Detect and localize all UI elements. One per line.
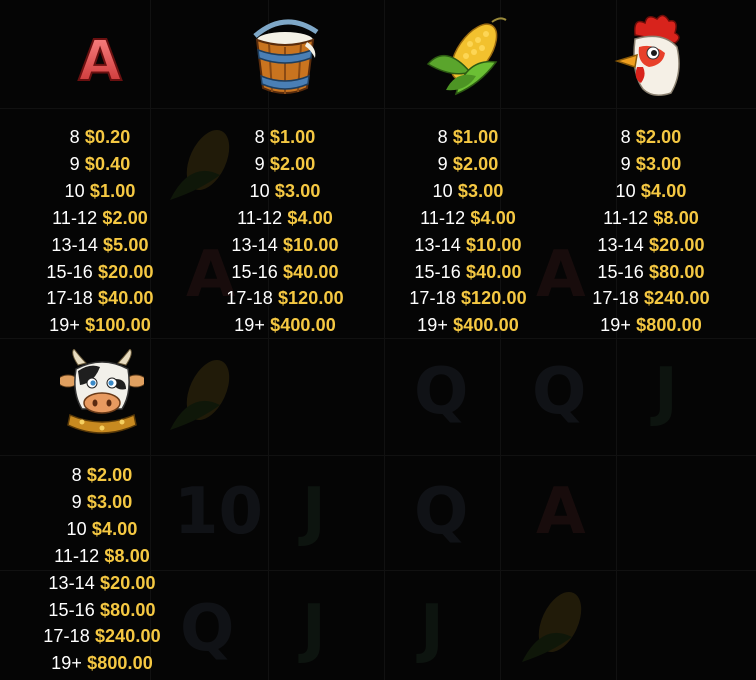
bg-letter-q: Q <box>414 475 469 549</box>
payout-row: 17-18 $120.00 <box>226 288 344 309</box>
payout-row: 8 $1.00 <box>437 127 499 147</box>
payout-row: 10 $3.00 <box>432 180 504 201</box>
payout-row: 9 $3.00 <box>620 153 682 174</box>
bg-letter-j: J <box>302 592 326 666</box>
payout-row: 8 $2.00 <box>620 127 682 147</box>
payout-row: 19+ $400.00 <box>417 315 519 336</box>
payout-row: 13-14 $20.00 <box>597 234 705 255</box>
cow-icon <box>60 349 144 434</box>
payout-list: 8 $2.00 9 $3.00 10 $4.00 11-12 $8.00 13-… <box>17 462 187 677</box>
payout-row: 11-12 $4.00 <box>237 207 333 228</box>
payout-row: 19+ $800.00 <box>600 315 702 336</box>
payout-row: 11-12 $8.00 <box>54 545 150 566</box>
payout-row: 13-14 $20.00 <box>48 572 156 593</box>
bg-letter-j: J <box>420 592 444 666</box>
payout-row: 19+ $100.00 <box>49 315 151 336</box>
bg-letter-q: Q <box>532 355 587 429</box>
payout-list: 8 $2.00 9 $3.00 10 $4.00 11-12 $8.00 13-… <box>566 124 736 339</box>
corn-icon <box>426 17 507 96</box>
payout-list: 8 $0.20 9 $0.40 10 $1.00 11-12 $2.00 13-… <box>15 124 185 339</box>
payout-row: 8 $2.00 <box>71 465 133 485</box>
symbol-slot <box>200 12 370 102</box>
payout-row: 8 $0.20 <box>69 127 131 147</box>
milk-bucket-icon <box>253 19 319 94</box>
payout-row: 19+ $800.00 <box>51 653 153 674</box>
payout-row: 11-12 $4.00 <box>420 207 516 228</box>
bg-letter-j: J <box>302 475 326 549</box>
bg-letter-q: Q <box>414 355 469 429</box>
payout-row: 15-16 $80.00 <box>48 599 156 620</box>
payout-row: 9 $2.00 <box>437 153 499 174</box>
payout-row: 17-18 $40.00 <box>46 288 154 309</box>
payout-row: 11-12 $8.00 <box>603 207 699 228</box>
payout-row: 17-18 $120.00 <box>409 288 527 309</box>
bg-corn-icon <box>522 592 582 662</box>
payout-row: 10 $4.00 <box>66 518 138 539</box>
payout-row: 10 $3.00 <box>249 180 321 201</box>
paytable-card-milk-bucket: 8 $1.00 9 $2.00 10 $3.00 11-12 $4.00 13-… <box>200 12 370 339</box>
bg-letter-q: Q <box>180 592 235 666</box>
payout-row: 13-14 $10.00 <box>414 234 522 255</box>
payout-row: 17-18 $240.00 <box>43 626 161 647</box>
payout-row: 15-16 $40.00 <box>231 261 339 282</box>
paytable-card-cow: 8 $2.00 9 $3.00 10 $4.00 11-12 $8.00 13-… <box>17 349 187 677</box>
symbol-slot <box>17 349 187 440</box>
payout-row: 19+ $400.00 <box>234 315 336 336</box>
payout-row: 17-18 $240.00 <box>592 288 710 309</box>
payout-list: 8 $1.00 9 $2.00 10 $3.00 11-12 $4.00 13-… <box>383 124 553 339</box>
payout-row: 9 $2.00 <box>254 153 316 174</box>
paytable-card-rooster: 8 $2.00 9 $3.00 10 $4.00 11-12 $8.00 13-… <box>566 12 736 339</box>
payout-row: 15-16 $40.00 <box>414 261 522 282</box>
payout-row: 13-14 $10.00 <box>231 234 339 255</box>
payout-row: 8 $1.00 <box>254 127 316 147</box>
svg-text:A: A <box>78 29 122 92</box>
bg-letter-a: A <box>536 475 586 549</box>
symbol-slot <box>383 12 553 102</box>
payout-row: 9 $0.40 <box>69 153 131 174</box>
bg-number-10: 10 <box>174 475 264 549</box>
symbol-slot: A <box>15 12 185 102</box>
payout-row: 11-12 $2.00 <box>52 207 148 228</box>
bg-letter-j: J <box>654 355 678 429</box>
payout-list: 8 $1.00 9 $2.00 10 $3.00 11-12 $4.00 13-… <box>200 124 370 339</box>
payout-row: 10 $4.00 <box>615 180 687 201</box>
payout-row: 10 $1.00 <box>64 180 136 201</box>
payout-row: 15-16 $20.00 <box>46 261 154 282</box>
payout-row: 9 $3.00 <box>71 491 133 512</box>
symbol-slot <box>566 12 736 102</box>
paytable-card-corn: 8 $1.00 9 $2.00 10 $3.00 11-12 $4.00 13-… <box>383 12 553 339</box>
rooster-icon <box>614 14 680 96</box>
payout-row: 13-14 $5.00 <box>51 234 149 255</box>
payout-row: 15-16 $80.00 <box>597 261 705 282</box>
letter-a-icon: A <box>77 28 123 92</box>
paytable-card-a: A 8 $0.20 9 $0.40 10 $1.00 11-12 $2.00 1… <box>15 12 185 339</box>
